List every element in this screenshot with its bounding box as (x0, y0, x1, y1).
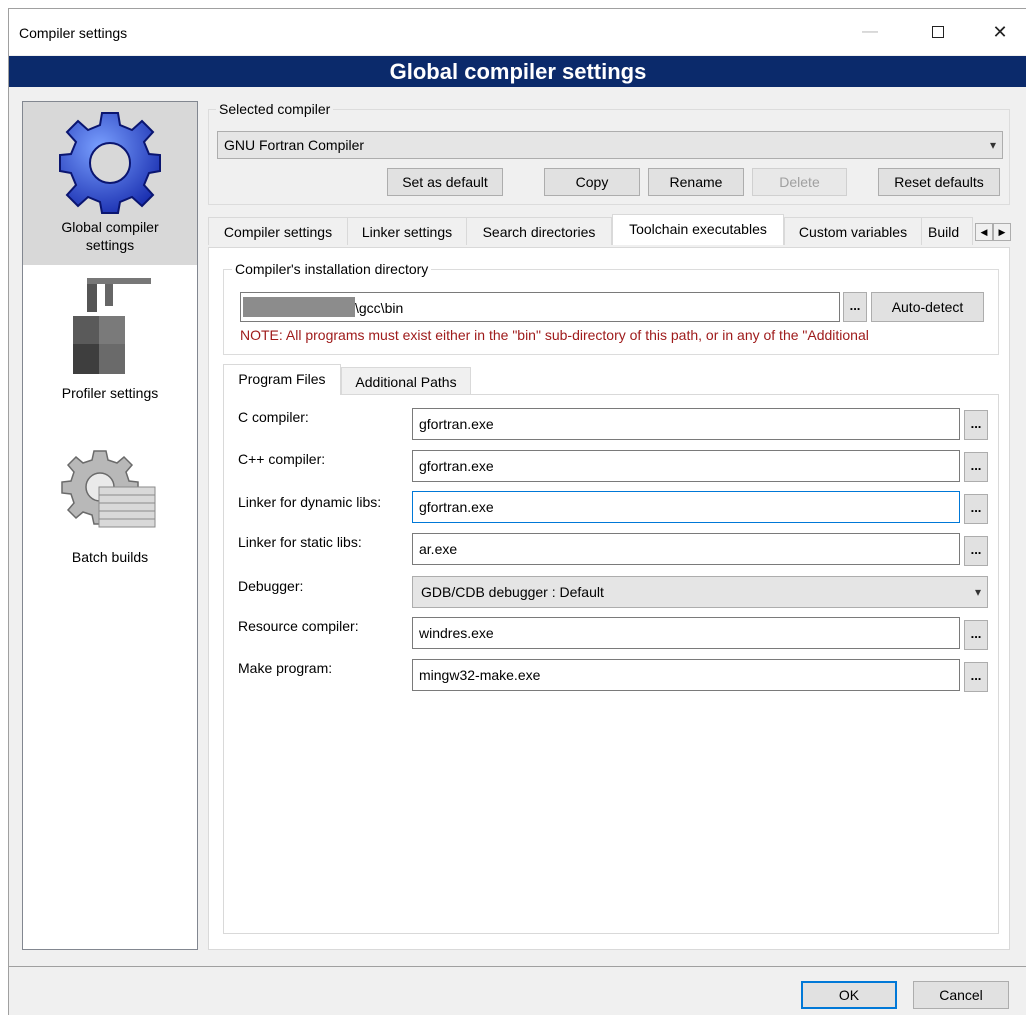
nav-item-label: Profiler settings (61, 385, 159, 401)
window-title: Compiler settings (19, 25, 128, 41)
tab-compiler-settings[interactable]: Compiler settings (208, 217, 348, 245)
page-banner: Global compiler settings (9, 56, 1026, 87)
static-linker-input[interactable]: ar.exe (412, 533, 960, 565)
rename-button[interactable]: Rename (648, 168, 744, 196)
footer-divider (9, 966, 1026, 967)
resource-compiler-label: Resource compiler: (238, 618, 359, 634)
c-compiler-label: C compiler: (238, 409, 309, 425)
maximize-icon[interactable] (915, 17, 961, 47)
settings-category-list: Global compiler settings Profiler settin… (22, 101, 198, 950)
auto-detect-button[interactable]: Auto-detect (871, 292, 984, 322)
compiler-settings-dialog: Compiler settings — ✕ Global compiler se… (8, 8, 1026, 1015)
tab-toolchain-executables[interactable]: Toolchain executables (612, 214, 784, 245)
gear-stack-icon (61, 450, 156, 528)
c-compiler-browse-button[interactable]: ... (964, 410, 988, 440)
program-tabs: Program Files Additional Paths (223, 364, 999, 395)
tab-scroll-right-icon[interactable]: ▶ (993, 223, 1011, 241)
redacted-path-segment (243, 297, 355, 317)
set-as-default-button[interactable]: Set as default (387, 168, 503, 196)
static-linker-label: Linker for static libs: (238, 534, 362, 550)
install-dir-browse-button[interactable]: ... (843, 292, 867, 322)
tab-linker-settings[interactable]: Linker settings (347, 217, 467, 245)
compiler-select[interactable]: GNU Fortran Compiler ▾ (217, 131, 1003, 159)
install-dir-group-label: Compiler's installation directory (232, 261, 432, 277)
close-icon[interactable]: ✕ (977, 17, 1023, 47)
resource-compiler-browse-button[interactable]: ... (964, 620, 988, 650)
tab-scroll-left-icon[interactable]: ◀ (975, 223, 993, 241)
nav-item-batch-builds[interactable]: Batch builds (23, 447, 197, 577)
nav-item-label: Global compiler settings (61, 219, 159, 253)
debugger-select[interactable]: GDB/CDB debugger : Default ▾ (412, 576, 988, 608)
resource-compiler-input[interactable]: windres.exe (412, 617, 960, 649)
install-dir-path: \gcc\bin (355, 300, 404, 316)
compiler-select-value: GNU Fortran Compiler (224, 137, 365, 153)
dynamic-linker-label: Linker for dynamic libs: (238, 494, 382, 510)
install-dir-input[interactable]: \gcc\bin (240, 292, 840, 322)
title-bar: Compiler settings — ✕ (9, 9, 1026, 55)
tab-custom-variables[interactable]: Custom variables (784, 217, 922, 245)
minimize-icon[interactable]: — (847, 17, 893, 47)
cancel-button[interactable]: Cancel (913, 981, 1009, 1009)
delete-button[interactable]: Delete (752, 168, 847, 196)
copy-button[interactable]: Copy (544, 168, 640, 196)
make-program-input[interactable]: mingw32-make.exe (412, 659, 960, 691)
gear-icon (59, 112, 161, 214)
cpp-compiler-input[interactable]: gfortran.exe (412, 450, 960, 482)
ok-button[interactable]: OK (801, 981, 897, 1009)
make-program-label: Make program: (238, 660, 333, 676)
cpp-compiler-label: C++ compiler: (238, 451, 326, 467)
caliper-icon (73, 278, 151, 374)
chevron-down-icon: ▾ (989, 138, 996, 152)
nav-item-label: Batch builds (71, 549, 149, 565)
nav-item-profiler-settings[interactable]: Profiler settings (23, 272, 197, 422)
make-program-browse-button[interactable]: ... (964, 662, 988, 692)
debugger-select-value: GDB/CDB debugger : Default (421, 584, 604, 600)
debugger-label: Debugger: (238, 578, 304, 594)
tab-additional-paths[interactable]: Additional Paths (341, 367, 471, 395)
tab-program-files[interactable]: Program Files (223, 364, 341, 395)
chevron-down-icon: ▾ (974, 585, 981, 599)
nav-item-global-compiler-settings[interactable]: Global compiler settings (23, 102, 197, 265)
dynamic-linker-input[interactable]: gfortran.exe (412, 491, 960, 523)
reset-defaults-button[interactable]: Reset defaults (878, 168, 1000, 196)
tab-build[interactable]: Build (921, 217, 973, 245)
static-linker-browse-button[interactable]: ... (964, 536, 988, 566)
install-dir-note: NOTE: All programs must exist either in … (240, 327, 869, 343)
selected-compiler-group-label: Selected compiler (216, 101, 334, 117)
tab-search-directories[interactable]: Search directories (466, 217, 612, 245)
settings-tabs: Compiler settings Linker settings Search… (208, 214, 1011, 247)
dynamic-linker-browse-button[interactable]: ... (964, 494, 988, 524)
c-compiler-input[interactable]: gfortran.exe (412, 408, 960, 440)
cpp-compiler-browse-button[interactable]: ... (964, 452, 988, 482)
